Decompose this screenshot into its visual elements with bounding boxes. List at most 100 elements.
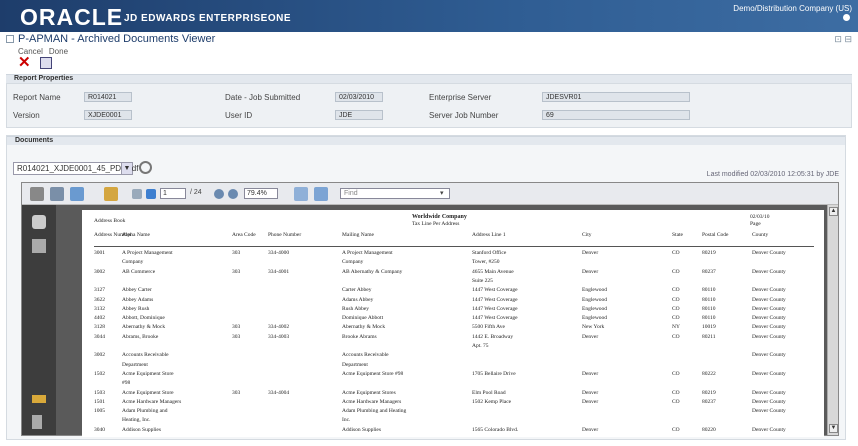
prev-page-icon[interactable] [132,189,142,199]
window-controls[interactable]: ⊡ ⊟ [834,34,852,45]
column-header: Address Line 1 [472,232,506,238]
table-cell: 80110 [702,296,716,303]
table-cell: Suite 225 [472,277,493,284]
vertical-scrollbar[interactable]: ▲ ▼ [827,205,838,435]
zoom-in-icon[interactable] [228,189,238,199]
table-row: 1501 Acme Hardware Managers Acme Hardware … [82,399,824,406]
table-row: Company Company Tower, #250 [82,259,824,266]
table-cell: 80220 [702,426,716,433]
table-row: 3128 Abernathy & Mock 303 334-4002 Abernathy… [82,324,824,331]
table-row: 3040 Addison Supplies Addison Supplies 1565… [82,427,824,434]
menu-grip-icon[interactable] [6,35,14,43]
scroll-down-icon[interactable]: ▼ [829,424,838,433]
done-label[interactable]: Done [49,47,68,56]
table-row: Apt. 75 [82,343,824,350]
table-cell: Department [122,361,148,368]
document-select[interactable]: R014021_XJDE0001_45_PDF.pdf ▼ [13,162,138,175]
page-count: / 24 [190,189,202,196]
table-cell: 80110 [702,315,716,322]
table-cell: Abbott, Dominique [122,315,165,322]
table-cell: 1447 West Coverage [472,287,518,294]
version-field: XJDE0001 [84,110,132,120]
attachments-icon[interactable] [32,239,46,253]
table-cell: 303 [232,333,241,340]
paperclip-icon[interactable] [32,415,42,429]
share-icon[interactable] [70,187,84,201]
enterprise-server-label: Enterprise Server [429,93,492,102]
chevron-down-icon[interactable]: ▼ [121,163,132,174]
zoom-out-icon[interactable] [214,189,224,199]
table-cell: Carter Abbey [342,287,372,294]
table-cell: AB Commerce [122,268,156,275]
report-column-header: Address Number Alpha Name Area Code Phone N… [82,232,824,239]
pages-icon[interactable] [32,215,46,229]
table-cell: 303 [232,250,241,256]
table-cell: 334-4002 [268,324,290,331]
environment-label[interactable]: Demo/Distribution Company (US) [733,4,852,22]
table-cell: 303 [232,268,241,275]
table-cell: CO [672,389,680,396]
table-row: 4402 Abbott, Dominique Dominique Abbott 144… [82,315,824,322]
print-icon[interactable] [30,187,44,201]
next-page-icon[interactable] [146,189,156,199]
cancel-icon[interactable]: ✕ [18,55,31,70]
table-cell: Acme Equipment Store [122,370,174,377]
table-cell: Rush Abbey [342,305,370,312]
help-icon[interactable] [843,14,850,22]
pdf-toolbar: 1 / 24 79.4% Find ▾ [22,183,838,205]
sign-icon[interactable] [314,187,328,201]
page-number-input[interactable]: 1 [160,188,186,199]
table-cell: AB Abernathy & Company [342,268,403,275]
table-cell: Accounts Receivable [342,352,389,359]
table-cell: 3622 [94,296,105,303]
server-job-field: 69 [542,110,690,120]
magnifier-icon[interactable] [139,161,152,174]
table-cell: 80219 [702,389,716,396]
table-cell: Company [122,259,144,266]
table-cell: Denver County [752,250,786,256]
table-cell: Abrams, Brooke [122,333,159,340]
enterprise-server-field: JDESVR01 [542,92,690,102]
signature-icon[interactable] [32,395,46,403]
table-cell: 1447 West Coverage [472,315,518,322]
table-cell: Addison Supplies [342,426,381,433]
done-icon[interactable] [39,57,52,69]
table-cell: Elm Pool Road [472,389,506,396]
table-cell: Denver [582,333,599,340]
comment-icon[interactable] [104,187,118,201]
table-cell: 1442 E. Broadway [472,333,514,340]
table-row: 1502 Acme Equipment Store Acme Equipment S… [82,371,824,378]
table-cell: 334-4001 [268,268,290,275]
report-properties-header[interactable]: Report Properties [6,74,852,83]
table-cell: Denver [582,250,599,256]
table-cell: 80211 [702,333,716,340]
table-cell: 80222 [702,370,716,377]
scroll-up-icon[interactable]: ▲ [829,207,838,216]
version-label: Version [13,111,40,120]
zoom-level-input[interactable]: 79.4% [244,188,278,199]
table-cell: 3044 [94,333,105,340]
table-cell: 303 [232,324,241,331]
window-titlebar: P-APMAN - Archived Documents Viewer ⊡ ⊟ [0,32,858,46]
table-cell: Company [342,259,364,266]
table-row: 3001 A Project Management 303 334-4000 A Pro… [82,250,824,257]
save-icon[interactable] [50,187,64,201]
server-job-label: Server Job Number [429,111,499,120]
action-bar: Cancel Done ✕ [0,46,858,74]
chevron-down-icon[interactable]: ▾ [440,189,444,197]
documents-header[interactable]: Documents [7,136,845,145]
report-properties-panel: Report Name R014021 Version XJDE0001 Dat… [6,83,852,128]
table-cell: Denver [582,389,599,396]
table-cell: Addison Supplies [122,426,161,433]
pdf-viewer[interactable]: 1 / 24 79.4% Find ▾ Address Book Worldwi… [21,182,839,437]
table-cell: Adam Plumbing and [122,408,168,415]
table-cell: CO [672,370,680,377]
table-cell: 4655 Main Avenue [472,268,514,275]
fit-page-icon[interactable] [294,187,308,201]
table-cell: Acme Equipment Store #98 [342,370,404,377]
table-row: 1503 Acme Equipment Store 303 334-4004 Acme … [82,390,824,397]
table-cell: 1501 [94,398,105,405]
table-cell: Adams Abbey [342,296,374,303]
report-page-label: Page [750,221,761,227]
find-input[interactable]: Find [340,188,450,199]
